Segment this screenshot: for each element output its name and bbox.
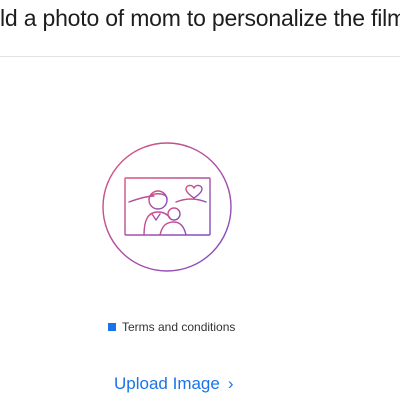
page: ld a photo of mom to personalize the fil… <box>0 0 400 400</box>
terms-checkbox[interactable] <box>108 323 116 331</box>
chevron-right-icon[interactable]: › <box>228 374 234 394</box>
terms-row[interactable]: Terms and conditions <box>108 320 235 334</box>
upload-image-label[interactable]: Upload Image <box>114 374 220 394</box>
terms-label[interactable]: Terms and conditions <box>122 320 235 334</box>
page-instruction-text: ld a photo of mom to personalize the fil… <box>0 5 400 31</box>
upload-image-link[interactable]: Upload Image › <box>114 374 234 394</box>
photo-upload-illustration-icon <box>102 142 232 272</box>
header-divider <box>0 56 400 57</box>
